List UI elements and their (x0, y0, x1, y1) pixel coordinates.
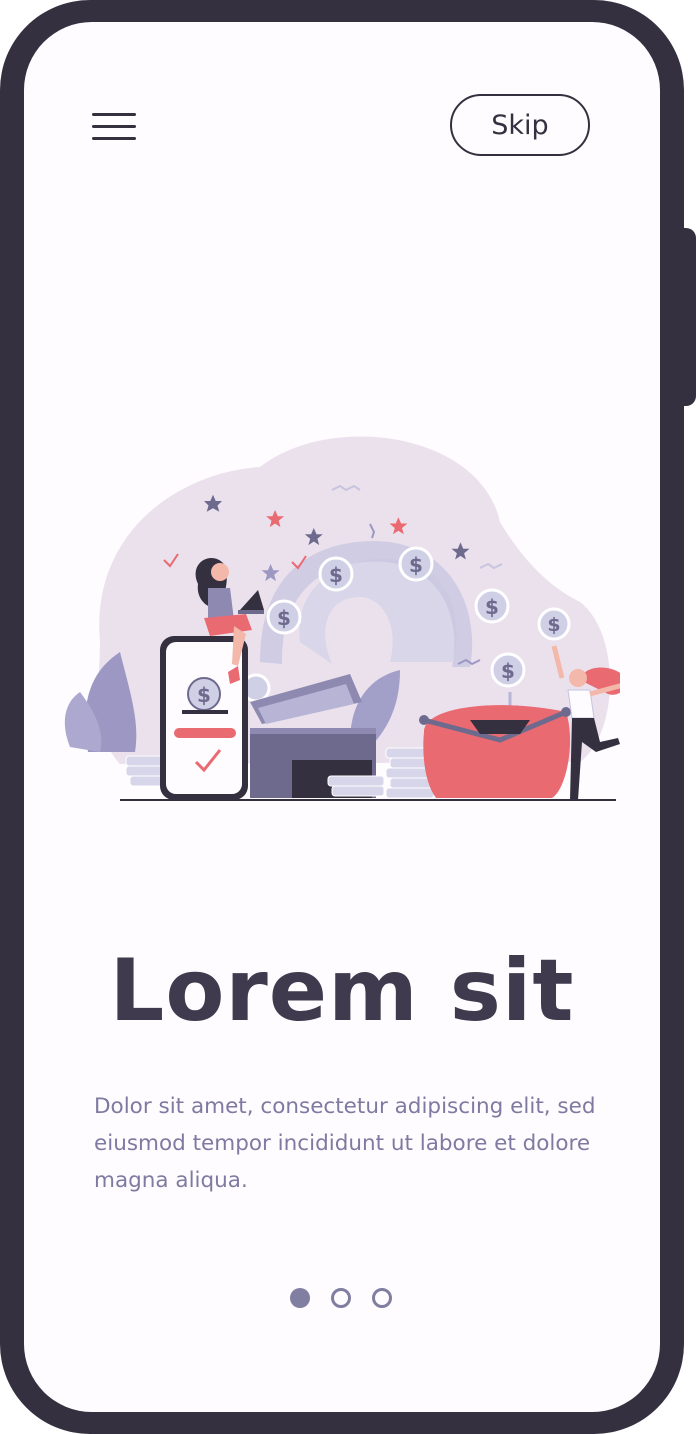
page-title: Lorem sit (109, 941, 575, 1041)
svg-text:$: $ (501, 659, 515, 683)
svg-text:$: $ (485, 595, 499, 619)
purse (419, 705, 571, 798)
page-dot-1-active[interactable] (290, 1288, 310, 1308)
svg-text:$: $ (409, 553, 423, 577)
skip-button[interactable]: Skip (450, 94, 590, 156)
page-dot-2[interactable] (331, 1288, 351, 1308)
page-dot-3[interactable] (372, 1288, 392, 1308)
description-text: Dolor sit amet, consectetur adipiscing e… (94, 1094, 596, 1193)
screen: Skip $ $ $ $ $ $ $ Lorem sit Dolor sit a… (24, 22, 660, 1412)
svg-text:$: $ (329, 563, 343, 587)
phone-side-button (680, 228, 696, 406)
svg-text:$: $ (197, 683, 211, 707)
svg-text:$: $ (547, 614, 560, 636)
menu-button[interactable] (88, 106, 138, 146)
svg-text:$: $ (277, 606, 291, 630)
onboarding-illustration: $ $ $ $ $ $ $ (64, 436, 620, 801)
pagination-dots (280, 1284, 400, 1310)
